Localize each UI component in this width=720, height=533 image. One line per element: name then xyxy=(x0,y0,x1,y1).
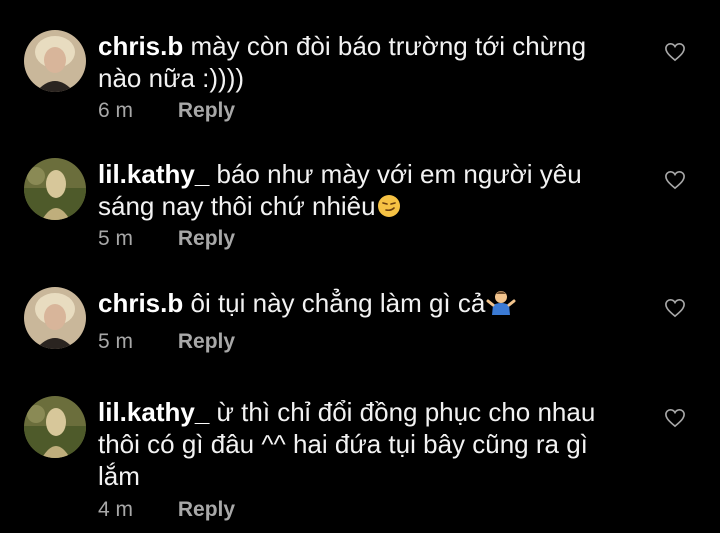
reply-button[interactable]: Reply xyxy=(178,330,235,353)
comment-timestamp: 4 m xyxy=(98,498,134,521)
comment-timestamp: 5 m xyxy=(98,227,134,250)
heart-outline-icon[interactable] xyxy=(664,42,686,62)
comment-meta: 5 m Reply xyxy=(98,226,235,252)
heart-outline-icon[interactable] xyxy=(664,170,686,190)
person-shrugging-emoji xyxy=(486,291,516,315)
user-avatar-chris[interactable] xyxy=(24,30,86,92)
reply-button[interactable]: Reply xyxy=(178,99,235,122)
comment-meta: 5 m Reply xyxy=(98,329,235,355)
user-avatar-kathy[interactable] xyxy=(24,396,86,458)
comment-username[interactable]: chris.b xyxy=(98,288,183,318)
reply-button[interactable]: Reply xyxy=(178,227,235,250)
comment-meta: 4 m Reply xyxy=(98,497,235,523)
heart-outline-icon[interactable] xyxy=(664,408,686,428)
comment-text-block: chris.b mày còn đòi báo trường tới chừng… xyxy=(98,30,618,94)
comment-username[interactable]: lil.kathy_ xyxy=(98,159,209,189)
comment-meta: 6 m Reply xyxy=(98,98,235,124)
comment-body: ôi tụi này chẳng làm gì cả xyxy=(190,288,486,318)
comment-timestamp: 5 m xyxy=(98,330,134,353)
reply-button[interactable]: Reply xyxy=(178,498,235,521)
comment-timestamp: 6 m xyxy=(98,99,134,122)
comment-username[interactable]: chris.b xyxy=(98,31,183,61)
smirking-face-emoji xyxy=(377,195,400,217)
comment-text-block: chris.b ôi tụi này chẳng làm gì cả xyxy=(98,287,618,319)
user-avatar-chris[interactable] xyxy=(24,287,86,349)
comment-username[interactable]: lil.kathy_ xyxy=(98,397,209,427)
comment-text-block: lil.kathy_ ừ thì chỉ đổi đồng phục cho n… xyxy=(98,396,618,492)
comment-text-block: lil.kathy_ báo như mày với em người yêu … xyxy=(98,158,618,222)
heart-outline-icon[interactable] xyxy=(664,298,686,318)
user-avatar-kathy[interactable] xyxy=(24,158,86,220)
